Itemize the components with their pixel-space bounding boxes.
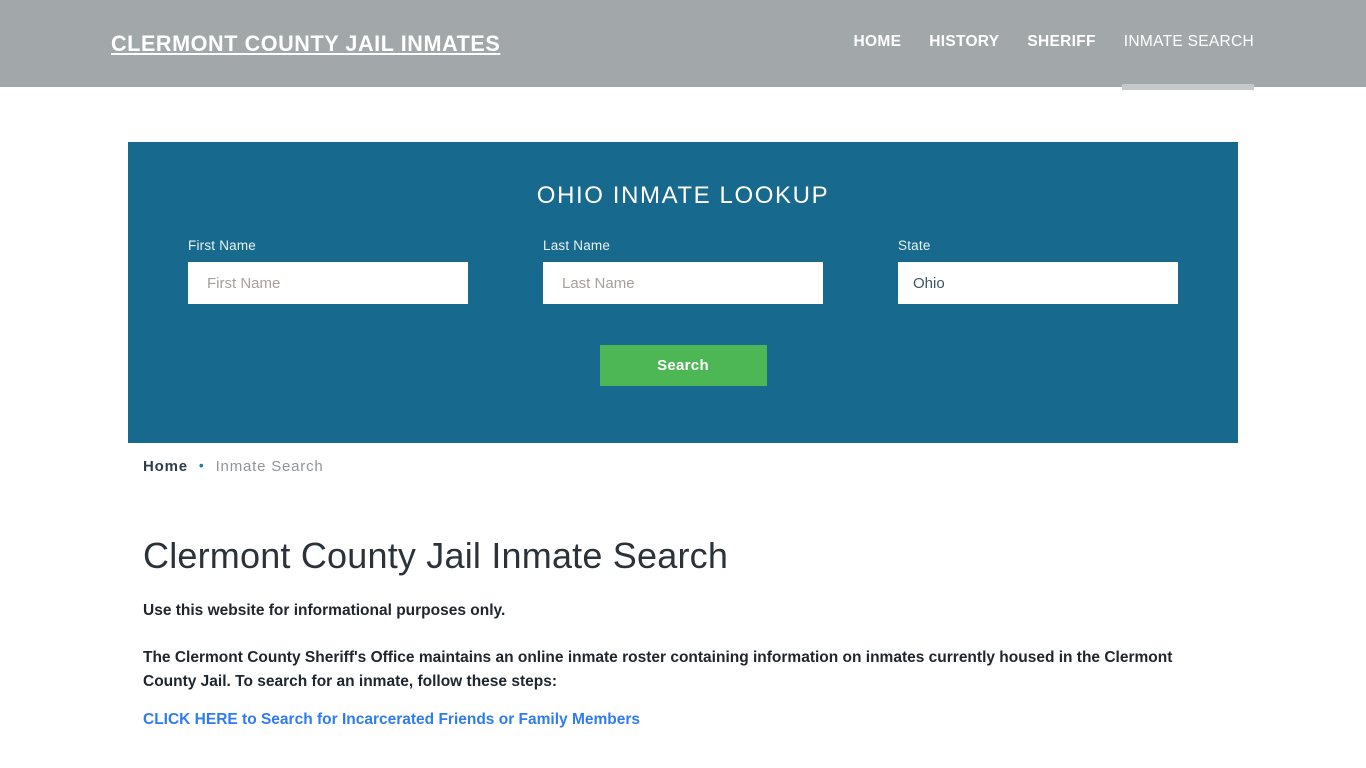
site-header: Clermont County Jail Inmates Home Histor…: [0, 0, 1366, 90]
main-navigation: Home History Sheriff Inmate Search: [840, 33, 1254, 51]
state-select[interactable]: Ohio: [898, 262, 1178, 304]
first-name-label: First Name: [188, 238, 257, 253]
state-field-group: State Ohio: [898, 238, 1178, 304]
breadcrumb: Home • Inmate Search: [143, 457, 1366, 480]
last-name-field-group: Last Name: [543, 238, 823, 304]
search-button-row: Search: [128, 345, 1238, 386]
intro-paragraph-2: The Clermont County Sheriff's Office mai…: [143, 648, 1173, 690]
breadcrumb-current-page: Inmate Search: [215, 458, 324, 475]
search-fields-row: First Name Last Name State Ohio: [128, 238, 1238, 312]
breadcrumb-separator-icon: •: [198, 457, 205, 473]
first-name-field-group: First Name: [188, 238, 468, 304]
search-submit-button[interactable]: Search: [599, 345, 767, 386]
last-name-label: Last Name: [543, 238, 611, 253]
last-name-input[interactable]: [543, 262, 823, 304]
state-label: State: [898, 238, 931, 253]
page-title: Clermont County Jail Inmate Search: [143, 535, 729, 576]
panel-title: Ohio Inmate Lookup: [536, 182, 830, 209]
nav-item-home[interactable]: Home: [840, 33, 916, 51]
nav-item-inmate-search[interactable]: Inmate Search: [1110, 33, 1254, 51]
first-name-input[interactable]: [188, 262, 468, 304]
site-brand-title[interactable]: Clermont County Jail Inmates: [111, 31, 500, 57]
intro-paragraph-1: Use this website for informational purpo…: [143, 601, 506, 619]
main-content: Home • Inmate Search Clermont County Jail …: [0, 457, 1366, 729]
search-panel-region: Ohio Inmate Lookup First Name Last Name …: [0, 87, 1366, 458]
inmate-search-cta-link[interactable]: CLICK HERE to Search for Incarcerated Fr…: [143, 711, 640, 729]
nav-item-sheriff[interactable]: Sheriff: [1013, 33, 1109, 51]
nav-item-history[interactable]: History: [915, 33, 1013, 51]
breadcrumb-home-link[interactable]: Home: [143, 458, 188, 475]
inmate-lookup-panel: Ohio Inmate Lookup First Name Last Name …: [128, 142, 1238, 443]
